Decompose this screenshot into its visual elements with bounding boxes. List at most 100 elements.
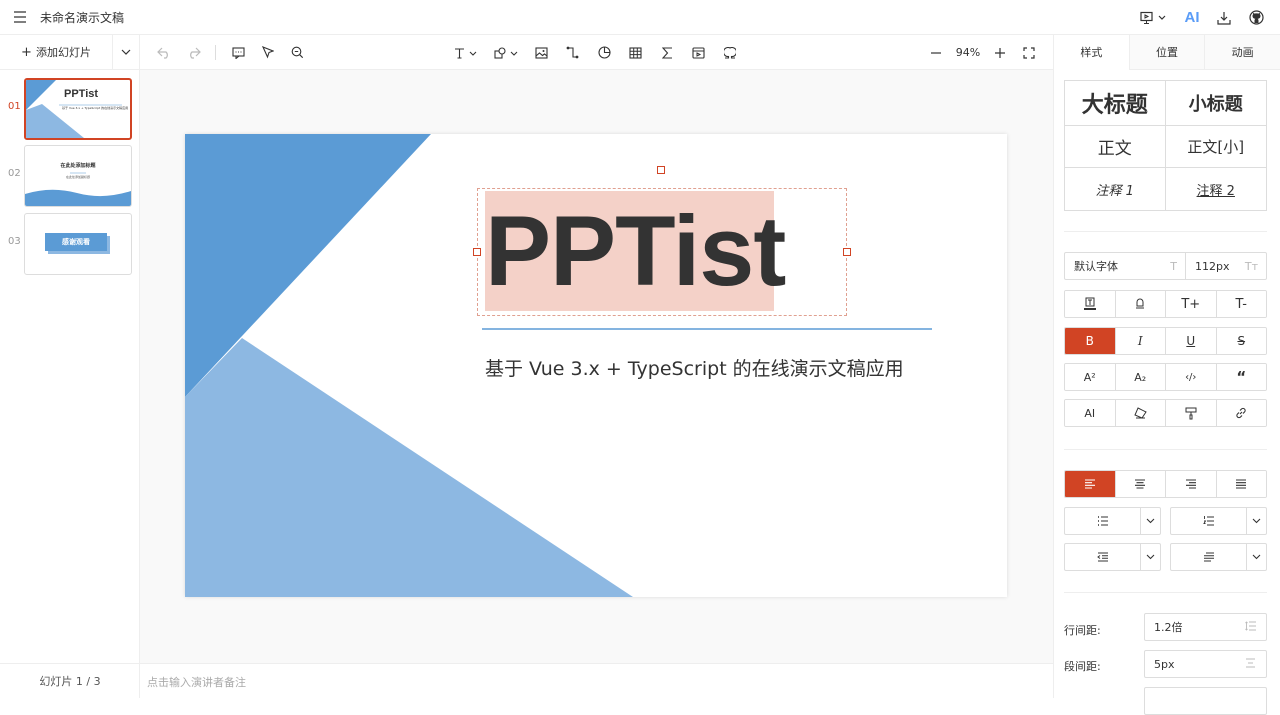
- font-size-select[interactable]: 112px Tт: [1186, 253, 1266, 279]
- preset-note-2[interactable]: 注释 2: [1166, 168, 1267, 210]
- slide-thumbnail-1[interactable]: 01 PPTist 基于 Vue 3.x + TypeScript 的在线演示文…: [0, 78, 140, 140]
- slide-subtitle[interactable]: 基于 Vue 3.x + TypeScript 的在线演示文稿应用: [485, 354, 904, 381]
- decrease-font-size-button[interactable]: T-: [1216, 291, 1266, 317]
- numbered-list-select[interactable]: [1170, 507, 1267, 535]
- zoom-search-icon[interactable]: [287, 35, 307, 70]
- top-bar: 未命名演示文稿 AI: [0, 0, 1280, 35]
- shape-insert-dropdown[interactable]: [491, 35, 523, 70]
- undo-icon[interactable]: [154, 35, 174, 70]
- ai-button[interactable]: AI: [1176, 0, 1208, 35]
- formula-sigma-icon[interactable]: [657, 35, 677, 70]
- document-title[interactable]: 未命名演示文稿: [40, 9, 124, 26]
- bullet-list-icon[interactable]: [1065, 508, 1140, 534]
- strikethrough-button[interactable]: S: [1216, 328, 1266, 354]
- image-icon[interactable]: [531, 35, 551, 70]
- font-icon: T: [1170, 259, 1177, 273]
- slide-thumbnail-2[interactable]: 02 在此处添加标题 在此处添加副标题: [0, 145, 140, 207]
- media-icon[interactable]: [688, 35, 708, 70]
- canvas-area[interactable]: PPTist 基于 Vue 3.x + TypeScript 的在线演示文稿应用: [140, 70, 1053, 663]
- zoom-level[interactable]: 94%: [950, 35, 986, 70]
- indent-select[interactable]: [1064, 543, 1161, 571]
- align-left-button[interactable]: [1065, 471, 1116, 497]
- chevron-down-icon[interactable]: [1140, 508, 1160, 534]
- font-family-select[interactable]: 默认字体 T: [1065, 253, 1186, 279]
- paragraph-spacing-select[interactable]: 5px: [1144, 650, 1267, 678]
- resize-handle-right[interactable]: [843, 248, 851, 256]
- comment-icon[interactable]: [228, 35, 248, 70]
- resize-handle-left[interactable]: [473, 248, 481, 256]
- align-right-button[interactable]: [1166, 471, 1217, 497]
- download-icon[interactable]: [1208, 0, 1240, 35]
- chevron-down-icon[interactable]: [1246, 508, 1266, 534]
- preset-body-small[interactable]: 正文[小]: [1165, 126, 1266, 168]
- increase-font-size-button[interactable]: T+: [1166, 291, 1217, 317]
- preset-subtitle[interactable]: 小标题: [1165, 81, 1266, 126]
- preset-note-1[interactable]: 注释 1: [1065, 168, 1166, 210]
- paragraph-indent-select[interactable]: [1170, 543, 1267, 571]
- paragraph-spacing-label: 段间距:: [1064, 660, 1101, 673]
- speaker-notes-input[interactable]: 点击输入演讲者备注: [140, 663, 1053, 698]
- thumbnail-subtitle: 在此处添加副标题: [65, 175, 90, 179]
- bold-button[interactable]: B: [1065, 328, 1116, 354]
- slide-thumbnail-3[interactable]: 03 感谢观看: [0, 213, 140, 275]
- add-slide-dropdown[interactable]: [112, 35, 139, 69]
- align-center-button[interactable]: [1115, 471, 1166, 497]
- italic-button[interactable]: I: [1115, 328, 1166, 354]
- line-height-icon: [1245, 620, 1256, 634]
- format-painter-icon[interactable]: [1166, 400, 1217, 426]
- text-insert-dropdown[interactable]: [450, 35, 482, 70]
- font-color-button[interactable]: [1065, 291, 1116, 317]
- preset-big-title[interactable]: 大标题: [1065, 81, 1166, 126]
- plus-icon: +: [21, 44, 32, 60]
- paragraph-indent-icon[interactable]: [1171, 544, 1246, 570]
- thumbnail-title: PPTist: [64, 88, 99, 100]
- font-size-icon: Tт: [1244, 259, 1258, 273]
- slide-counter: 幻灯片 1 / 3: [0, 663, 140, 698]
- underline-button[interactable]: U: [1166, 328, 1217, 354]
- numbered-list-icon[interactable]: [1171, 508, 1246, 534]
- fullscreen-icon[interactable]: [1019, 35, 1039, 70]
- slide-number: 01: [8, 101, 21, 112]
- slide-canvas[interactable]: PPTist 基于 Vue 3.x + TypeScript 的在线演示文稿应用: [185, 134, 1007, 597]
- tab-style[interactable]: 样式: [1054, 35, 1129, 70]
- menu-icon[interactable]: [0, 0, 40, 35]
- clear-format-icon[interactable]: [1115, 400, 1166, 426]
- thumbnail-title: 感谢观看: [45, 233, 107, 251]
- line-height-label: 行间距:: [1064, 624, 1101, 637]
- code-button[interactable]: ‹/›: [1166, 364, 1217, 390]
- text-style-presets: 大标题 小标题 正文 正文[小] 注释 1 注释 2: [1064, 80, 1267, 211]
- presentation-dropdown-button[interactable]: [1132, 0, 1176, 35]
- tab-position[interactable]: 位置: [1128, 35, 1205, 70]
- chevron-down-icon[interactable]: [1140, 544, 1160, 570]
- table-icon[interactable]: [625, 35, 645, 70]
- zoom-in-icon[interactable]: [990, 35, 1010, 70]
- connector-line-icon[interactable]: [562, 35, 582, 70]
- rotate-handle[interactable]: [657, 166, 665, 174]
- tab-animation[interactable]: 动画: [1204, 35, 1280, 70]
- preset-body[interactable]: 正文: [1065, 126, 1166, 168]
- style-panel: 样式 位置 动画 大标题 小标题 正文 正文[小] 注释 1 注释 2 默认字体…: [1053, 35, 1280, 715]
- ai-assist-button[interactable]: AI: [1065, 400, 1116, 426]
- chevron-down-icon[interactable]: [1246, 544, 1266, 570]
- decrease-indent-icon[interactable]: [1065, 544, 1140, 570]
- select-cursor-icon[interactable]: [258, 35, 278, 70]
- thumbnail-title: 在此处添加标题: [60, 163, 96, 169]
- align-justify-button[interactable]: [1216, 471, 1266, 497]
- thumbnail-subtitle: 基于 Vue 3.x + TypeScript 的在线演示文稿应用: [62, 106, 129, 110]
- highlight-color-icon[interactable]: [1115, 291, 1166, 317]
- title-selection-frame: [477, 188, 847, 316]
- subscript-button[interactable]: A₂: [1115, 364, 1166, 390]
- add-slide-button[interactable]: + 添加幻灯片: [0, 35, 112, 69]
- redo-icon[interactable]: [184, 35, 204, 70]
- paragraph-spacing-icon: [1245, 658, 1256, 671]
- symbol-omega-icon[interactable]: [720, 35, 740, 70]
- zoom-out-icon[interactable]: [926, 35, 946, 70]
- bullet-list-select[interactable]: [1064, 507, 1161, 535]
- quote-button[interactable]: “: [1216, 364, 1266, 390]
- github-icon[interactable]: [1240, 0, 1272, 35]
- word-spacing-select-partial[interactable]: [1144, 687, 1267, 715]
- superscript-button[interactable]: A²: [1065, 364, 1116, 390]
- chart-icon[interactable]: [594, 35, 614, 70]
- line-height-select[interactable]: 1.2倍: [1144, 613, 1267, 641]
- link-icon[interactable]: [1216, 400, 1266, 426]
